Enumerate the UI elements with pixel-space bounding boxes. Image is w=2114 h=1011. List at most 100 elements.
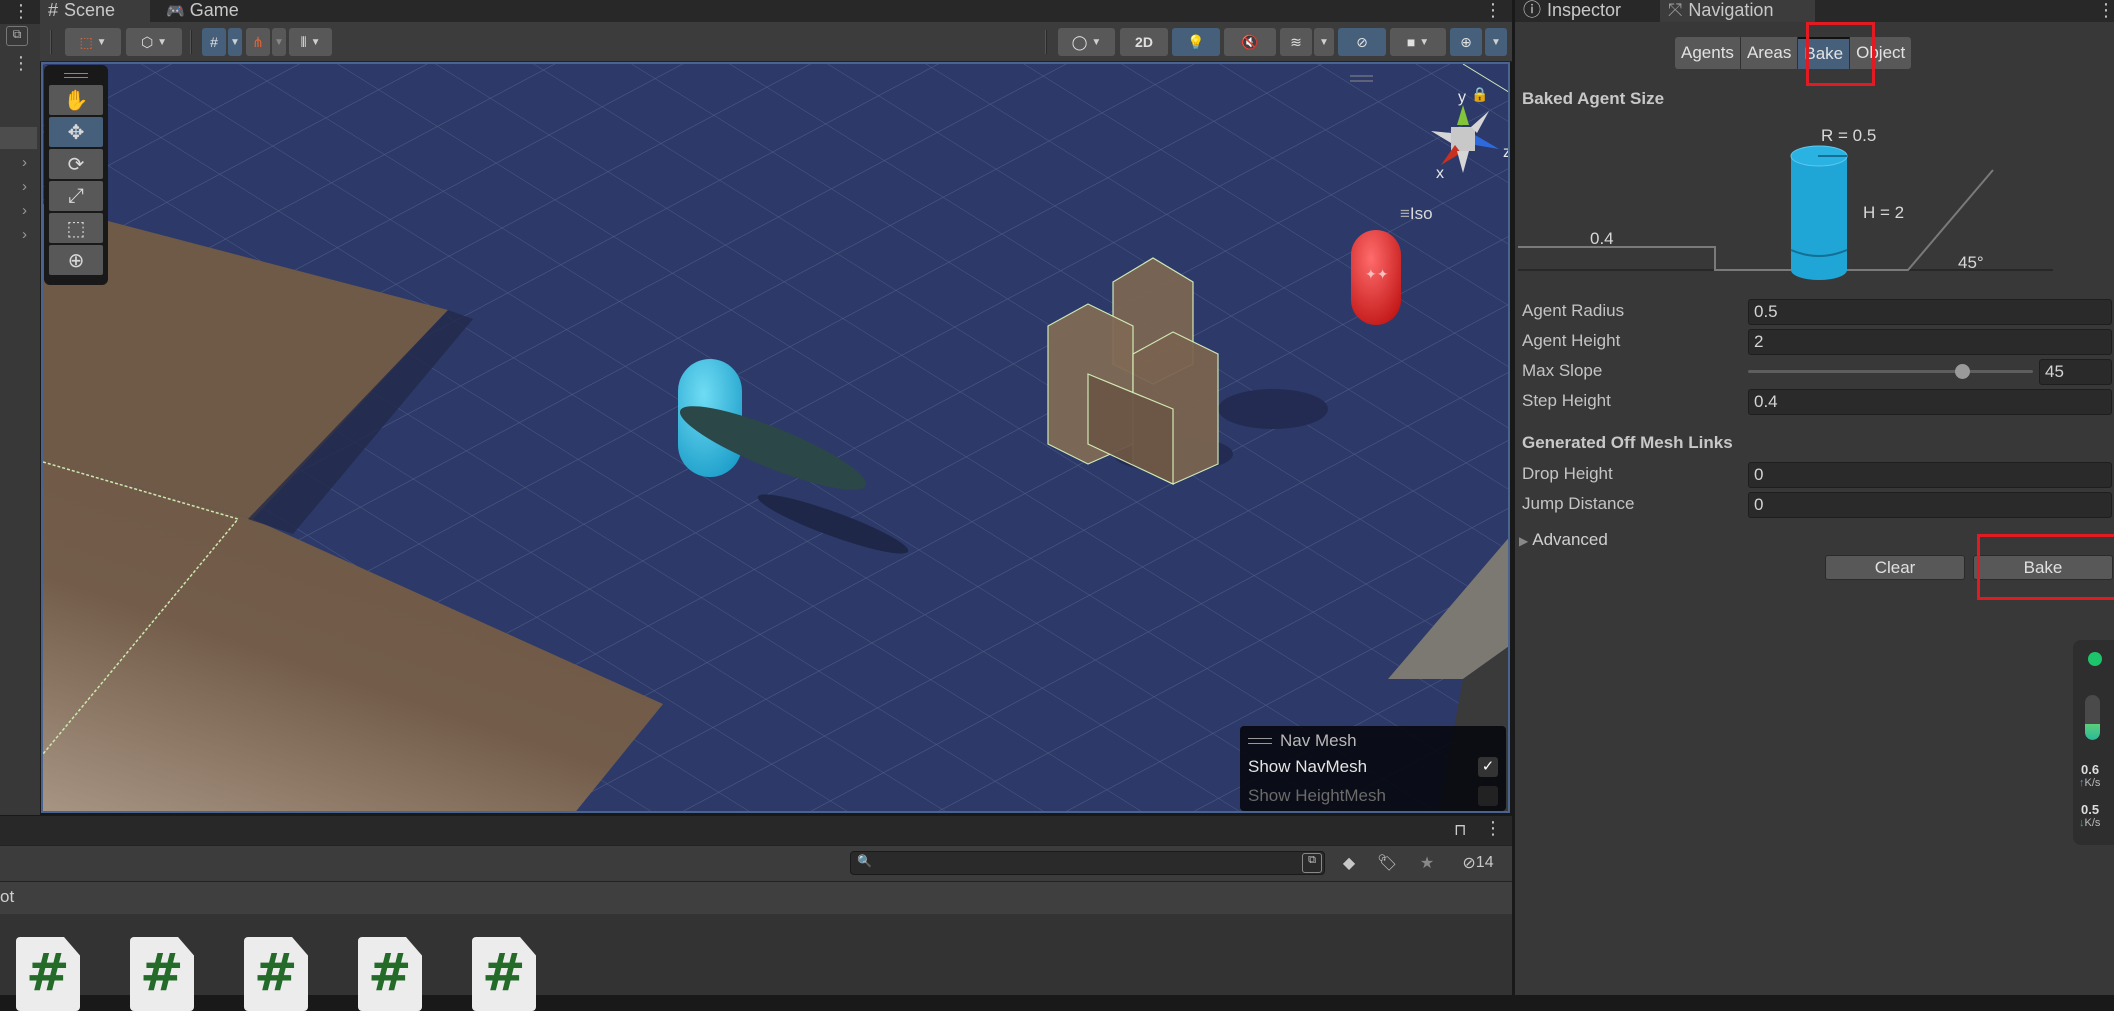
- toolbar-grip[interactable]: [190, 30, 192, 54]
- gizmo-y-label: y: [1458, 89, 1466, 106]
- camera-dropdown[interactable]: ■ ▼: [1390, 28, 1446, 56]
- gizmo-z-label: z: [1503, 144, 1510, 161]
- hand-tool-button[interactable]: ✋: [49, 85, 103, 115]
- max-slope-label: Max Slope: [1522, 361, 1603, 380]
- navmesh-overlay-header[interactable]: Nav Mesh: [1248, 730, 1498, 752]
- toggle-2d-button[interactable]: 2D: [1120, 28, 1168, 56]
- grid-snap-toggle[interactable]: #: [202, 28, 226, 56]
- script-asset-icon[interactable]: #: [244, 937, 308, 1011]
- hidden-packages-button[interactable]: ⊘ 14: [1448, 848, 1508, 878]
- tab-scene-label: Scene: [64, 0, 116, 20]
- highlight-box: [1977, 534, 2114, 600]
- hierarchy-row-selected[interactable]: [0, 127, 37, 149]
- gizmos-dropdown[interactable]: ▼: [1485, 28, 1507, 56]
- filter-by-label-button[interactable]: 🏷: [1372, 848, 1402, 878]
- palette-grip[interactable]: [64, 73, 88, 78]
- visibility-toggle[interactable]: ⊘: [1338, 28, 1386, 56]
- project-search-input[interactable]: 🔍 ⧉: [850, 851, 1325, 875]
- file-glyph: #: [140, 943, 184, 1003]
- clear-button[interactable]: Clear: [1825, 555, 1965, 580]
- tab-navigation[interactable]: ⤧ Navigation: [1660, 0, 1815, 22]
- max-slope-input[interactable]: 45: [2039, 359, 2112, 385]
- step-height-input[interactable]: 0.4: [1748, 389, 2112, 415]
- filter-by-type-button[interactable]: ◆: [1334, 848, 1364, 878]
- toolbar-grip[interactable]: [1045, 30, 1047, 54]
- navigation-mode-tabs: Agents Areas Bake Object: [1675, 37, 1912, 69]
- lock-icon[interactable]: ⊓: [1454, 820, 1466, 840]
- maximize-icon[interactable]: ⧉: [6, 26, 28, 46]
- transform-tool-button[interactable]: ⊕: [49, 245, 103, 275]
- chevron-right-icon[interactable]: ›: [22, 178, 27, 195]
- rotate-tool-button[interactable]: ⟳: [49, 149, 103, 179]
- increment-snap-dropdown[interactable]: ▼: [272, 28, 286, 56]
- tab-scene[interactable]: # Scene: [40, 0, 150, 22]
- script-asset-icon[interactable]: #: [130, 937, 194, 1011]
- lock-icon[interactable]: 🔒: [1471, 86, 1488, 103]
- script-asset-icon[interactable]: #: [472, 937, 536, 1011]
- chevron-right-icon[interactable]: ›: [22, 226, 27, 243]
- more-options-icon[interactable]: ⋮: [12, 54, 30, 72]
- move-icon: ✥: [67, 121, 85, 144]
- cylinder-bottom: [1791, 260, 1847, 280]
- chevron-right-icon[interactable]: ›: [22, 154, 27, 171]
- script-asset-icon[interactable]: #: [358, 937, 422, 1011]
- max-slope-slider-thumb[interactable]: [1954, 364, 1970, 379]
- projection-toggle[interactable]: ≡Iso: [1400, 204, 1433, 224]
- hidden-count: 14: [1475, 854, 1494, 871]
- scene-render[interactable]: ✦✦ y z x 🔒: [43, 64, 1510, 813]
- drop-height-input[interactable]: 0: [1748, 462, 2112, 488]
- grid-visibility-dropdown[interactable]: ⦀ ▼: [289, 28, 332, 56]
- network-status-widget: 0.6 ↑K/s 0.5 ↓K/s: [2073, 640, 2114, 845]
- increment-snap-toggle[interactable]: ⋔: [246, 28, 270, 56]
- enemy-sparkles: ✦✦: [1365, 266, 1389, 282]
- draw-mode-dropdown[interactable]: ⬚ ▼: [65, 28, 121, 56]
- script-asset-icon[interactable]: #: [16, 937, 80, 1011]
- show-heightmesh-checkbox[interactable]: [1478, 785, 1498, 806]
- jump-distance-input[interactable]: 0: [1748, 492, 2112, 518]
- chevron-right-icon[interactable]: ›: [22, 202, 27, 219]
- audio-toggle[interactable]: 🔇: [1224, 28, 1276, 56]
- effects-toggle[interactable]: ≋: [1280, 28, 1312, 56]
- tab-inspector[interactable]: ⓘ Inspector: [1515, 0, 1655, 22]
- tab-game[interactable]: 🎮 Game: [158, 0, 258, 22]
- scene-toolbar: ⬚ ▼ ⬡ ▼ # ▼ ⋔ ▼ ⦀ ▼ ◯ ▼ 2D 💡 🔇 ≋ ▼ ⊘ ■ ▼…: [40, 22, 1512, 62]
- scale-tool-button[interactable]: ⤢: [49, 181, 103, 211]
- tab-agents[interactable]: Agents: [1675, 37, 1741, 69]
- advanced-foldout[interactable]: ▶ Advanced: [1519, 530, 1608, 550]
- breadcrumb-label[interactable]: ot: [0, 887, 14, 906]
- shading-mode-dropdown[interactable]: ◯ ▼: [1058, 28, 1115, 56]
- render-mode-dropdown[interactable]: ⬡ ▼: [126, 28, 182, 56]
- max-slope-slider-track[interactable]: [1748, 370, 2033, 373]
- step-label: 0.4: [1590, 229, 1614, 248]
- show-navmesh-checkbox[interactable]: ✓: [1478, 756, 1498, 777]
- search-expand-icon[interactable]: ⧉: [1302, 853, 1322, 873]
- tab-areas[interactable]: Areas: [1740, 37, 1799, 69]
- rect-tool-button[interactable]: ⬚: [49, 213, 103, 243]
- show-heightmesh-row[interactable]: Show HeightMesh: [1248, 781, 1498, 810]
- gizmos-toggle[interactable]: ⊕: [1450, 28, 1482, 56]
- toolbar-grip[interactable]: [50, 30, 52, 54]
- scene-viewport[interactable]: ✦✦ y z x 🔒: [41, 62, 1510, 813]
- show-navmesh-row[interactable]: Show NavMesh ✓: [1248, 752, 1498, 781]
- baked-agent-size-heading: Baked Agent Size: [1522, 89, 1665, 108]
- status-dot-icon: [2088, 652, 2102, 666]
- menu-icon: ≡: [1400, 204, 1410, 223]
- enemy-shadow: [1218, 389, 1328, 429]
- favorites-button[interactable]: ★: [1412, 848, 1442, 878]
- diagram-step-slope: [1518, 169, 1994, 271]
- more-options-icon[interactable]: ⋮: [12, 2, 30, 20]
- tab-inspector-label: Inspector: [1547, 0, 1622, 20]
- agent-height-input[interactable]: 2: [1748, 329, 2112, 355]
- sphere-icon: ◯: [1071, 33, 1088, 50]
- more-options-icon[interactable]: ⋮: [1484, 818, 1502, 839]
- more-options-icon[interactable]: ⋮: [2097, 0, 2114, 21]
- lighting-toggle[interactable]: 💡: [1172, 28, 1220, 56]
- agent-size-diagram: R = 0.5 H = 2 0.4 45°: [1518, 126, 2053, 280]
- gamepad-icon: 🎮: [166, 3, 185, 20]
- effects-dropdown[interactable]: ▼: [1314, 28, 1334, 56]
- transform-icon: ⊕: [67, 249, 85, 272]
- grid-snap-dropdown[interactable]: ▼: [228, 28, 242, 56]
- move-tool-button[interactable]: ✥: [49, 117, 103, 147]
- more-options-icon[interactable]: ⋮: [1484, 0, 1502, 21]
- agent-radius-input[interactable]: 0.5: [1748, 299, 2112, 325]
